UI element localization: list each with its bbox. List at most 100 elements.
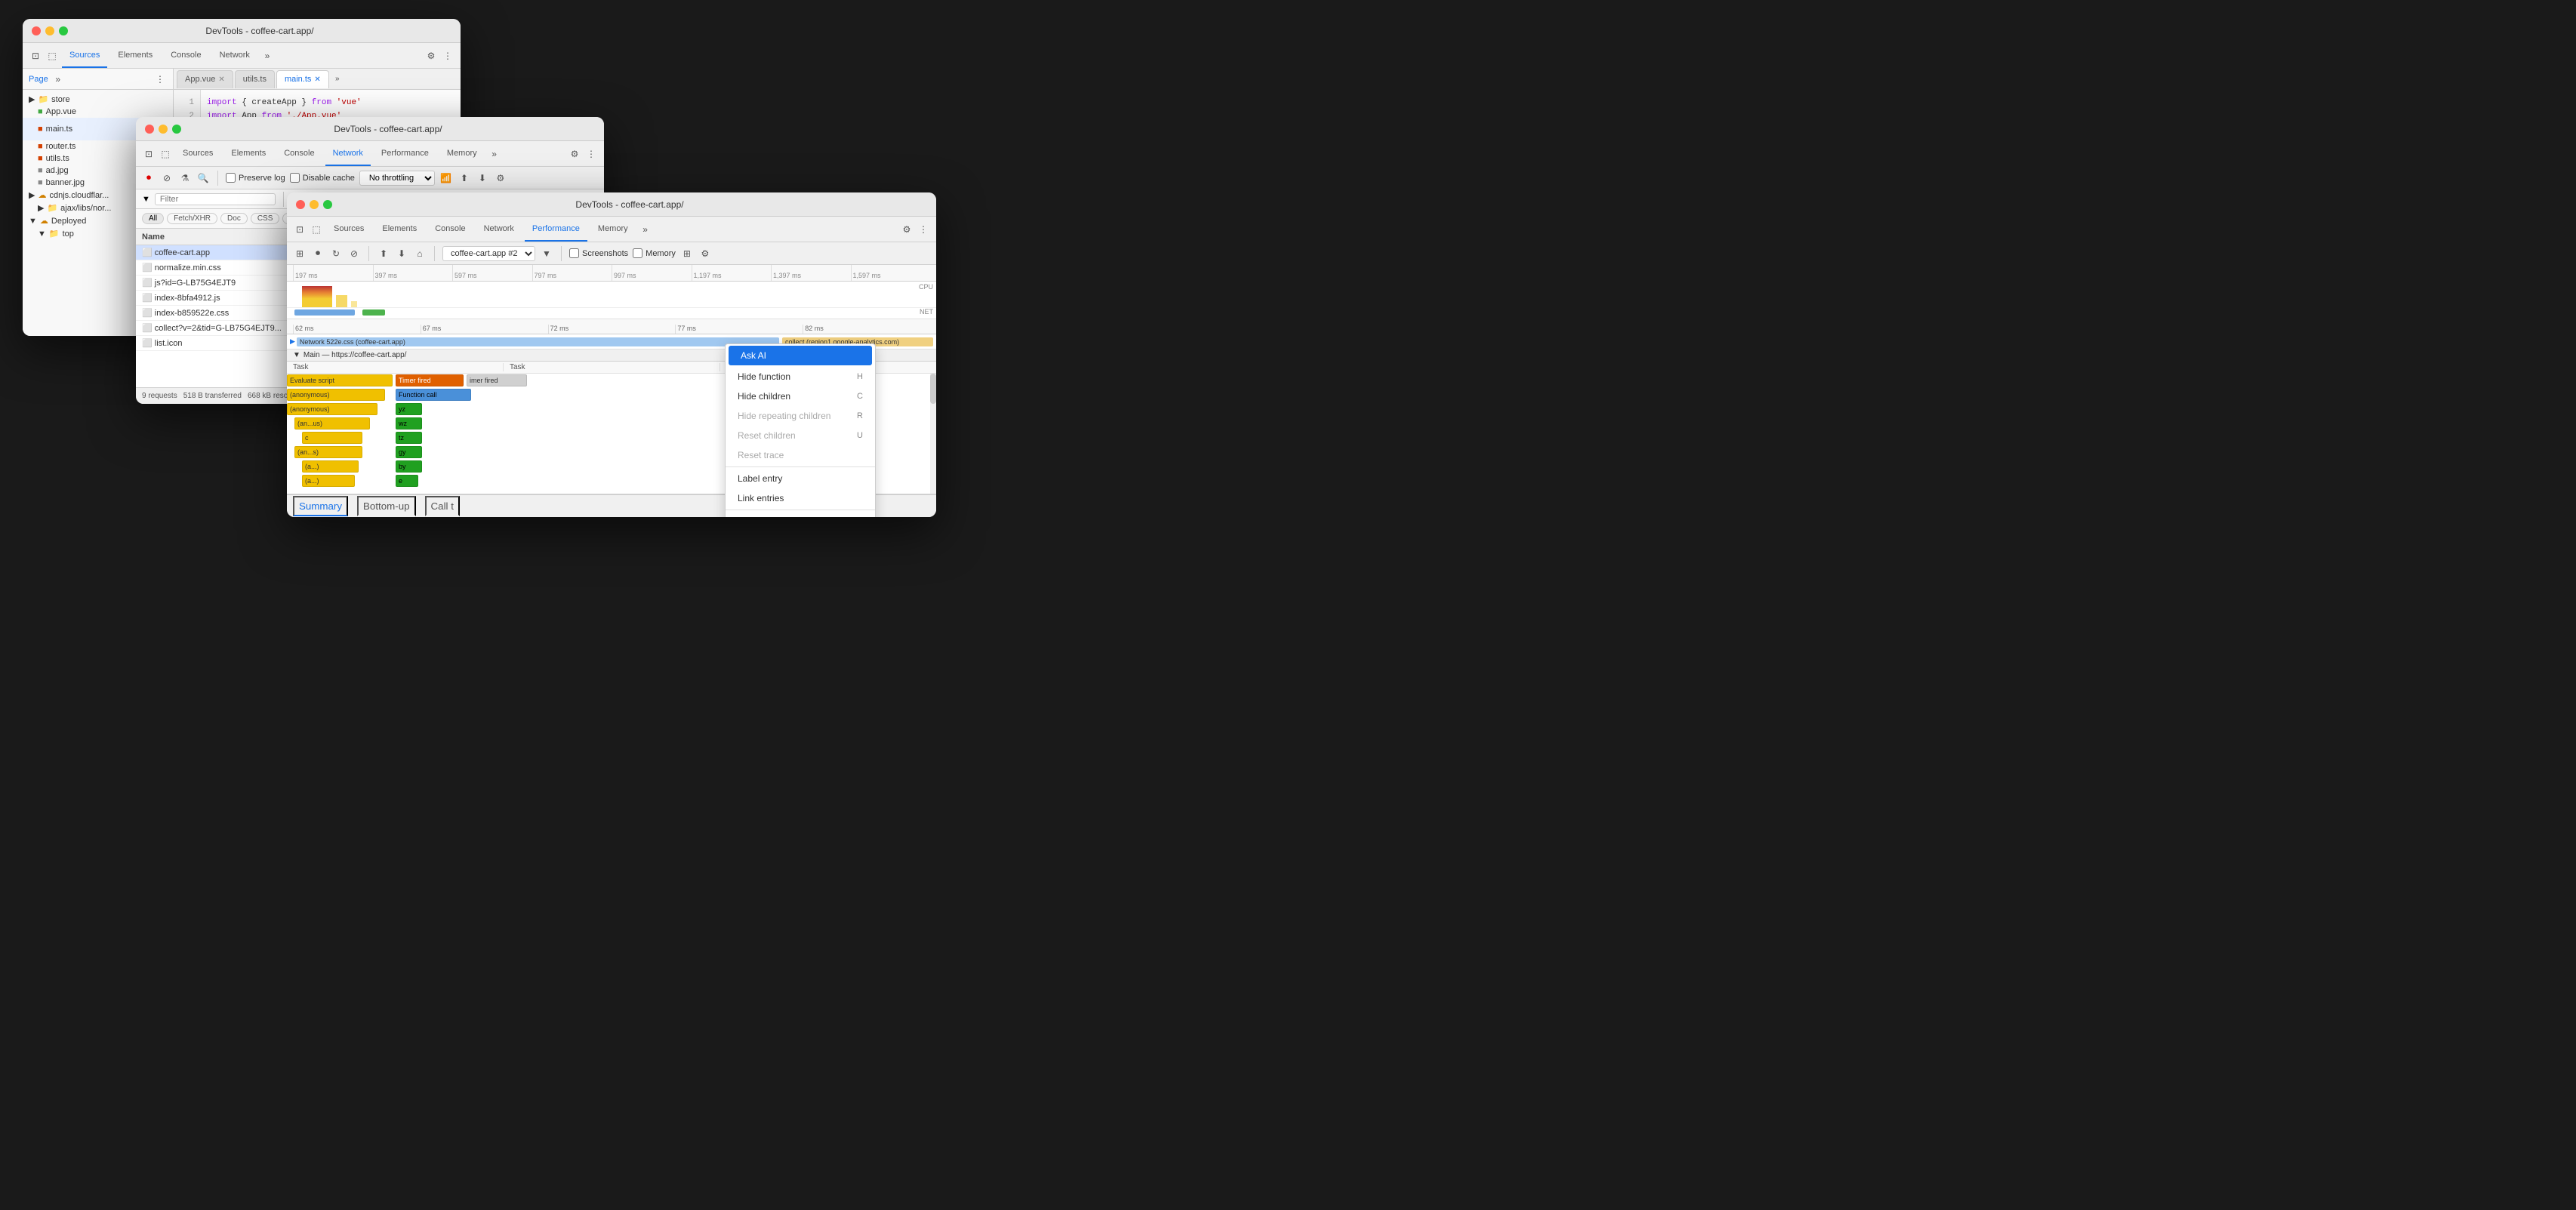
tab-sources[interactable]: Sources [62, 44, 107, 68]
code-tab-utils-ts[interactable]: utils.ts [235, 70, 275, 88]
code-tab-main-ts[interactable]: main.ts ✕ [276, 70, 329, 88]
flame-block-anus1[interactable]: (an...us) [294, 417, 370, 430]
grid-icon[interactable]: ⊞ [680, 247, 694, 260]
flame-chart-icon[interactable]: ⊞ [293, 247, 307, 260]
reload-icon[interactable]: ↻ [329, 247, 343, 260]
minimize-button[interactable] [310, 200, 319, 209]
settings-icon[interactable]: ⚙ [900, 223, 914, 236]
close-tab-icon[interactable]: ✕ [314, 75, 320, 84]
preserve-log-label[interactable]: Preserve log [226, 173, 285, 183]
tab-elements[interactable]: Elements [223, 142, 273, 166]
download-icon[interactable]: ⬇ [395, 247, 408, 260]
memory-label[interactable]: Memory [633, 248, 676, 258]
screenshots-checkbox[interactable] [569, 248, 579, 258]
minimize-button[interactable] [45, 26, 54, 35]
inspect-icon[interactable]: ⬚ [159, 147, 172, 161]
flame-block-func-call[interactable]: Function call [396, 389, 471, 401]
close-button[interactable] [296, 200, 305, 209]
home-icon[interactable]: ⌂ [413, 247, 427, 260]
tab-console[interactable]: Console [276, 142, 322, 166]
device-icon[interactable]: ⊡ [29, 49, 42, 63]
settings-icon[interactable]: ⚙ [424, 49, 438, 63]
more-tabs-icon[interactable]: » [260, 49, 274, 63]
flame-block-gy[interactable]: gy [396, 446, 422, 458]
more-tabs-icon[interactable]: » [488, 147, 501, 161]
tab-elements[interactable]: Elements [110, 44, 160, 68]
device-icon[interactable]: ⊡ [293, 223, 307, 236]
more-options-icon[interactable]: ⋮ [441, 49, 454, 63]
ctx-link-entries[interactable]: Link entries [726, 488, 875, 508]
tree-item-store[interactable]: ▶ 📁 store [23, 93, 173, 106]
disable-cache-checkbox[interactable] [290, 173, 300, 183]
screenshots-label[interactable]: Screenshots [569, 248, 628, 258]
tree-item-app-vue[interactable]: ■ App.vue [23, 106, 173, 118]
tab-sources[interactable]: Sources [326, 217, 371, 242]
tab-console[interactable]: Console [163, 44, 208, 68]
more-options-icon[interactable]: ⋮ [584, 147, 598, 161]
maximize-button[interactable] [323, 200, 332, 209]
type-btn-css[interactable]: CSS [251, 213, 280, 224]
close-button[interactable] [32, 26, 41, 35]
tab-summary[interactable]: Summary [293, 496, 348, 516]
flame-block-e[interactable]: e [396, 475, 418, 487]
network-522e-bar[interactable]: Network 522e.css (coffee-cart.app) [297, 337, 779, 346]
flame-block-a2[interactable]: (a...) [302, 475, 355, 487]
tab-network[interactable]: Network [325, 142, 371, 166]
preserve-log-checkbox[interactable] [226, 173, 236, 183]
inspect-icon[interactable]: ⬚ [45, 49, 59, 63]
device-icon[interactable]: ⊡ [142, 147, 156, 161]
clear-icon[interactable]: ⊘ [160, 171, 174, 185]
settings-icon[interactable]: ⚙ [568, 147, 581, 161]
close-button[interactable] [145, 125, 154, 134]
flame-block-by[interactable]: by [396, 460, 422, 473]
memory-checkbox[interactable] [633, 248, 642, 258]
tab-network[interactable]: Network [476, 217, 522, 242]
target-select[interactable]: coffee-cart.app #2 [442, 246, 535, 261]
more-options-icon[interactable]: ⋮ [917, 223, 930, 236]
type-btn-fetch-xhr[interactable]: Fetch/XHR [167, 213, 217, 224]
flame-block-c[interactable]: c [302, 432, 362, 444]
page-panel-more[interactable]: » [51, 72, 65, 86]
more-tabs-icon[interactable]: » [639, 223, 652, 236]
flame-block-anon1[interactable]: (anonymous) [287, 389, 385, 401]
ctx-hide-children[interactable]: Hide children C [726, 386, 875, 406]
scrollbar-thumb[interactable] [930, 374, 936, 404]
page-button[interactable]: Page [29, 75, 48, 84]
tab-bottom-up[interactable]: Bottom-up [357, 496, 416, 516]
tab-call-tree[interactable]: Call t [425, 496, 460, 516]
flame-block-wz[interactable]: wz [396, 417, 422, 430]
search-icon[interactable]: 🔍 [196, 171, 210, 185]
flame-block-timer-fired-2[interactable]: imer fired [467, 374, 527, 386]
flame-block-eval[interactable]: Evaluate script [287, 374, 393, 386]
perf-settings-icon[interactable]: ⚙ [698, 247, 712, 260]
dropdown-arrow-icon[interactable]: ▼ [540, 247, 553, 260]
throttle-select[interactable]: No throttling [359, 171, 435, 186]
ctx-ask-ai[interactable]: Ask AI [729, 346, 872, 365]
download-icon[interactable]: ⬇ [476, 171, 489, 185]
upload-icon[interactable]: ⬆ [377, 247, 390, 260]
disable-cache-label[interactable]: Disable cache [290, 173, 355, 183]
tab-sources[interactable]: Sources [175, 142, 220, 166]
code-tab-app-vue[interactable]: App.vue ✕ [177, 70, 233, 88]
tab-performance[interactable]: Performance [374, 142, 436, 166]
type-btn-doc[interactable]: Doc [220, 213, 248, 224]
filter-input[interactable] [155, 193, 276, 205]
maximize-button[interactable] [172, 125, 181, 134]
flame-block-ans[interactable]: (an...s) [294, 446, 362, 458]
close-tab-icon[interactable]: ✕ [218, 75, 224, 84]
page-panel-menu[interactable]: ⋮ [153, 72, 167, 86]
minimize-button[interactable] [159, 125, 168, 134]
tab-elements[interactable]: Elements [374, 217, 424, 242]
flame-block-tz[interactable]: tz [396, 432, 422, 444]
tab-memory[interactable]: Memory [590, 217, 636, 242]
tab-performance[interactable]: Performance [525, 217, 587, 242]
flame-block-anon2[interactable]: (anonymous) [287, 403, 377, 415]
tab-network[interactable]: Network [212, 44, 257, 68]
flame-block-a1[interactable]: (a...) [302, 460, 359, 473]
filter-icon[interactable]: ⚗ [178, 171, 192, 185]
flame-block-timer[interactable]: Timer fired [396, 374, 464, 386]
record-icon[interactable]: ⏺ [311, 247, 325, 260]
inspect-icon[interactable]: ⬚ [310, 223, 323, 236]
ctx-hide-function[interactable]: Hide function H [726, 367, 875, 386]
tab-console[interactable]: Console [427, 217, 473, 242]
